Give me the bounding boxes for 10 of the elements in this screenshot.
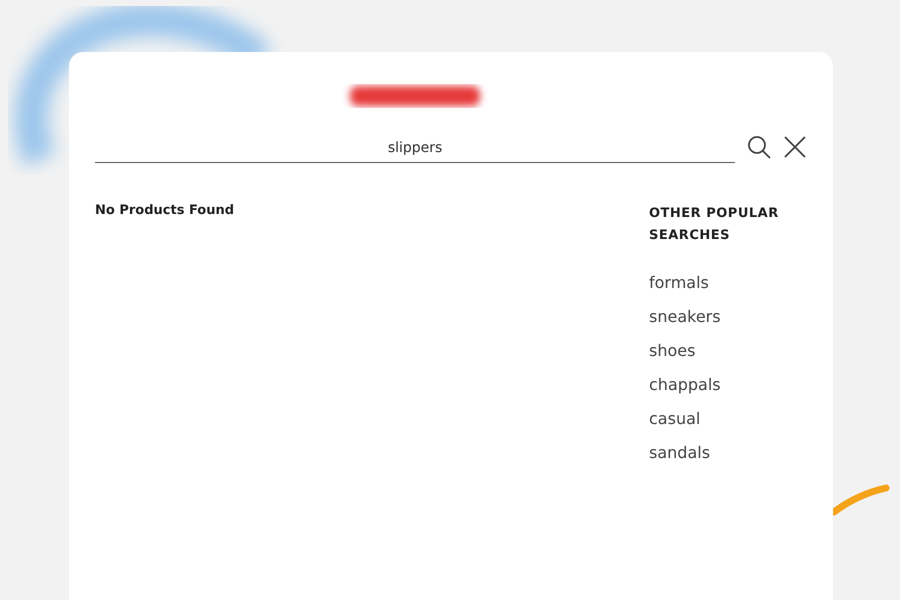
close-icon[interactable] (783, 134, 808, 158)
popular-search-link[interactable]: shoes (649, 341, 696, 361)
popular-searches-heading: OTHER POPULAR SEARCHES (649, 205, 780, 245)
popular-search-link[interactable]: chappals (649, 375, 721, 395)
search-icon[interactable] (747, 134, 772, 158)
popular-search-link[interactable]: casual (649, 409, 700, 429)
popular-search-link[interactable]: formals (649, 273, 709, 293)
no-results-message: No Products Found (95, 203, 234, 220)
popular-search-link[interactable]: sandals (649, 443, 710, 463)
popular-search-link[interactable]: sneakers (649, 307, 721, 327)
